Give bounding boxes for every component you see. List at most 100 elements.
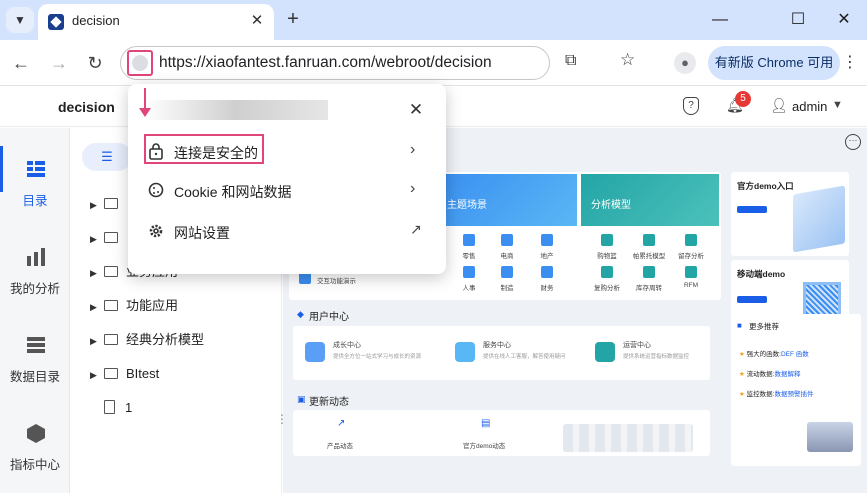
caret-right-icon[interactable]: ▶	[90, 193, 104, 217]
ops-center-title[interactable]: 运营中心	[623, 340, 651, 350]
site-settings-row[interactable]: 网站设置 ↗	[128, 212, 446, 250]
caret-right-icon[interactable]: ▶	[90, 261, 104, 285]
caret-right-icon[interactable]: ▶	[90, 363, 104, 387]
cookie-site-data-row[interactable]: Cookie 和网站数据 ›	[128, 171, 446, 209]
official-demo-card[interactable]: 官方demo入口	[731, 172, 849, 256]
interaction-demo-label[interactable]: 交互功能演示	[317, 275, 356, 285]
mobile-demo-button[interactable]	[737, 296, 767, 303]
service-center-icon[interactable]	[455, 342, 475, 362]
nav-item-data-catalog[interactable]: 数据目录	[0, 324, 70, 404]
address-bar[interactable]: https://xiaofantest.fanruan.com/webroot/…	[120, 46, 550, 80]
model-label[interactable]: 帕累托模型	[631, 250, 667, 260]
official-demo-button[interactable]	[737, 206, 767, 213]
star-icon: ★	[739, 371, 747, 378]
more-menu-icon[interactable]: ⋮	[842, 52, 858, 72]
folder-icon	[104, 334, 118, 345]
maximize-button[interactable]: ☐	[778, 6, 818, 34]
theme-scene-banner[interactable]: 主题场景	[437, 174, 577, 226]
folder-icon	[104, 198, 118, 209]
ecommerce-icon[interactable]	[501, 234, 513, 246]
tree-folder[interactable]: ▶ BItest	[90, 362, 159, 386]
chevron-right-icon: ›	[410, 141, 416, 158]
back-button[interactable]: ←	[6, 48, 36, 78]
manufacture-icon[interactable]	[501, 266, 513, 278]
inventory-icon[interactable]	[643, 266, 655, 278]
growth-center-icon[interactable]	[305, 342, 325, 362]
nav-item-metrics[interactable]: 指标中心	[0, 412, 70, 492]
scene-label[interactable]: 电商	[495, 250, 519, 260]
ops-center-icon[interactable]	[595, 342, 615, 362]
list-view-tab[interactable]: ☰	[82, 143, 132, 171]
demo-news-icon[interactable]: ▤	[481, 418, 490, 429]
tab-close-icon[interactable]: ✕	[246, 10, 268, 32]
demo-news-label[interactable]: 官方demo动态	[463, 440, 505, 450]
tune-icon	[132, 55, 148, 71]
recommend-item[interactable]: ★ 强大的函数:DEF 函数	[739, 348, 853, 358]
scene-label[interactable]: 财务	[535, 282, 559, 292]
recommend-item[interactable]: ★ 监控数据:数据预警插件	[739, 388, 853, 398]
chevron-down-icon[interactable]: ▼	[832, 99, 843, 111]
user-name[interactable]: admin	[792, 99, 827, 114]
tree-file[interactable]: 1	[90, 396, 132, 420]
basket-icon[interactable]	[601, 234, 613, 246]
growth-center-title[interactable]: 成长中心	[333, 340, 361, 350]
product-news-icon[interactable]: ↗	[337, 418, 345, 429]
retention-icon[interactable]	[685, 234, 697, 246]
tree-folder[interactable]: ▶	[90, 192, 126, 216]
data-catalog-icon	[27, 337, 45, 353]
profile-icon[interactable]: ●	[674, 52, 696, 74]
connection-secure-row[interactable]: 连接是安全的 ›	[128, 132, 446, 170]
chrome-update-button[interactable]: 有新版 Chrome 可用	[708, 46, 840, 80]
model-label[interactable]: 购物篮	[591, 250, 623, 260]
retail-icon[interactable]	[463, 234, 475, 246]
extensions-icon[interactable]: ⧉	[565, 52, 576, 70]
caret-right-icon[interactable]: ▶	[90, 227, 104, 251]
tree-folder[interactable]: ▶ 功能应用	[90, 294, 178, 318]
url-text[interactable]: https://xiaofantest.fanruan.com/webroot/…	[159, 54, 492, 72]
more-options-icon[interactable]: ···	[845, 134, 861, 150]
scene-label[interactable]: 零售	[457, 250, 481, 260]
reload-button[interactable]: ↻	[80, 48, 110, 78]
analysis-model-banner[interactable]: 分析模型	[581, 174, 719, 226]
model-grid: 购物篮 帕累托模型 留存分析 复购分析 库存周转 RFM	[581, 230, 719, 300]
product-news-label[interactable]: 产品动态	[327, 440, 353, 450]
site-info-button[interactable]	[127, 50, 153, 76]
tab-search-button[interactable]: ▼	[6, 7, 34, 33]
service-center-title[interactable]: 服务中心	[483, 340, 511, 350]
nav-item-my-analysis[interactable]: 我的分析	[0, 236, 70, 316]
model-label[interactable]: 留存分析	[675, 250, 707, 260]
new-tab-button[interactable]: +	[282, 8, 304, 30]
caret-right-icon[interactable]: ▶	[90, 329, 104, 353]
hr-icon[interactable]	[463, 266, 475, 278]
minimize-button[interactable]: —	[700, 6, 740, 34]
scene-grid: 零售 电商 地产 人事 制造 财务	[437, 230, 577, 300]
tree-folder[interactable]: ▶ 经典分析模型	[90, 328, 204, 352]
folder-icon	[104, 232, 118, 243]
finance-icon[interactable]	[541, 266, 553, 278]
scene-label[interactable]: 制造	[495, 282, 519, 292]
popup-close-icon[interactable]: ✕	[404, 98, 428, 122]
model-label[interactable]: RFM	[675, 282, 707, 289]
scene-label[interactable]: 地产	[535, 250, 559, 260]
nav-item-catalog[interactable]: 目录	[0, 148, 70, 228]
recommend-item[interactable]: ★ 流动数据:数据解释	[739, 368, 853, 378]
realestate-icon[interactable]	[541, 234, 553, 246]
recommend-link[interactable]: 数据预警插件	[774, 391, 813, 398]
close-window-button[interactable]: ✕	[824, 6, 864, 34]
scene-label[interactable]: 人事	[457, 282, 481, 292]
help-icon[interactable]: ?	[683, 97, 699, 115]
user-icon[interactable]: 👤︎	[770, 97, 788, 114]
tree-folder[interactable]: ▶	[90, 226, 126, 250]
repurchase-icon[interactable]	[601, 266, 613, 278]
model-label[interactable]: 库存周转	[633, 282, 665, 292]
model-label[interactable]: 复购分析	[591, 282, 623, 292]
rfm-icon[interactable]	[685, 266, 697, 278]
nav-label: 指标中心	[9, 458, 60, 472]
browser-tab[interactable]: decision ✕	[38, 4, 274, 40]
forward-button[interactable]: →	[44, 48, 74, 78]
recommend-link[interactable]: 数据解释	[774, 371, 800, 378]
pareto-icon[interactable]	[643, 234, 655, 246]
caret-right-icon[interactable]: ▶	[90, 295, 104, 319]
bookmark-star-icon[interactable]: ☆	[620, 50, 635, 70]
recommend-link[interactable]: DEF 函数	[781, 351, 809, 358]
